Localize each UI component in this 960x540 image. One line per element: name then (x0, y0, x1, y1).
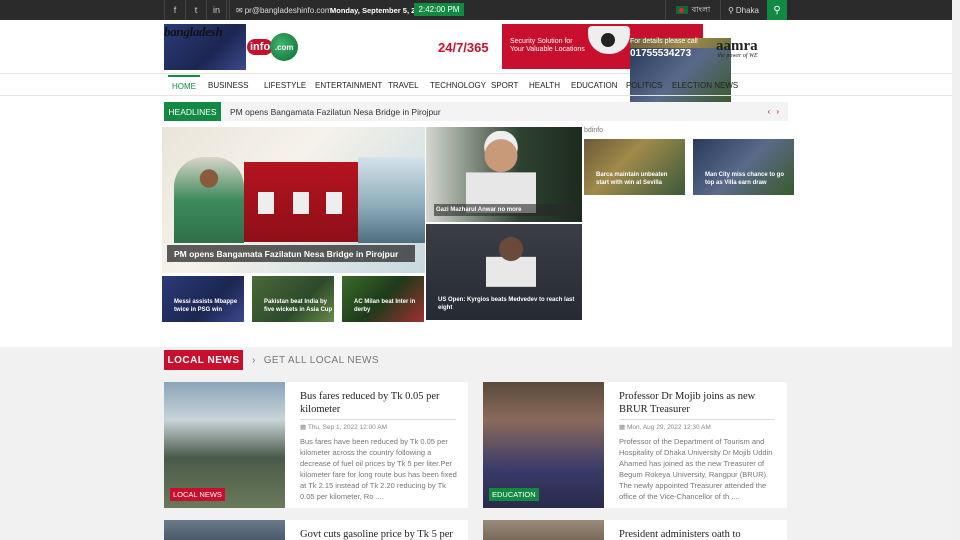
bangladesh-flag-icon (675, 6, 688, 14)
ad-left-text: Security Solution for Your Valuable Loca… (510, 38, 585, 53)
story-gazi-mazharul[interactable]: Gazi Mazharul Anwar no more (426, 127, 582, 222)
headline-link[interactable]: PM opens Bangamata Fazilatun Nesa Bridge… (230, 102, 441, 121)
hero-board (244, 162, 358, 242)
nav-business[interactable]: BUSINESS (204, 75, 252, 96)
nav-sport[interactable]: SPORT (487, 75, 522, 96)
nav-home[interactable]: HOME (168, 75, 200, 96)
hero-bridge (358, 157, 425, 243)
news-date-text: Thu, Sep 1, 2022 12:00 AM (307, 424, 387, 431)
story-caption[interactable]: AC Milan beat Inter in derby (354, 298, 424, 314)
hero-main-caption[interactable]: PM opens Bangamata Fazilatun Nesa Bridge… (167, 245, 415, 262)
logo-text: bangladesh (164, 24, 246, 70)
news-card[interactable]: Govt cuts gasoline price by Tk 5 per (164, 520, 468, 540)
chevron-right-icon: › (252, 354, 256, 366)
nav-election-news[interactable]: ELECTION NEWS (668, 75, 742, 96)
ticker-arrows[interactable]: ‹ › (767, 102, 781, 121)
story-messi[interactable]: Messi assists Mbappe twice in PSG win (162, 276, 244, 322)
local-news-section: LOCAL NEWS › GET ALL LOCAL NEWS (0, 347, 952, 540)
story-caption[interactable]: Pakistan beat India by five wickets in A… (264, 298, 334, 314)
hero-portrait (174, 157, 244, 243)
nav-technology[interactable]: TECHNOLOGY (426, 75, 490, 96)
nav-politics[interactable]: POLITICS (622, 75, 666, 96)
ad-banner[interactable]: Security Solution for Your Valuable Loca… (502, 24, 731, 104)
story-caption[interactable]: Barca maintain unbeaten start with win a… (596, 171, 676, 187)
story-us-open[interactable]: US Open: Kyrgios beats Medvedev to reach… (426, 224, 582, 320)
email-text: pr@bangladeshinfo.com (244, 5, 332, 15)
aamra-brand[interactable]: aamra the power of WE (716, 38, 758, 59)
nav-entertainment[interactable]: ENTERTAINMENT (311, 75, 386, 96)
city-selector[interactable]: ⚲ Dhaka (720, 0, 766, 20)
news-title[interactable]: Bus fares reduced by Tk 0.05 per kilomet… (300, 390, 456, 420)
aamra-logo-text: aamra (716, 38, 758, 54)
language-switch[interactable]: বাংলা (665, 0, 720, 20)
calendar-icon: ▦ (619, 424, 627, 431)
news-card[interactable]: President administers oath to (483, 520, 787, 540)
news-title[interactable]: Govt cuts gasoline price by Tk 5 per (300, 528, 456, 540)
story-caption[interactable]: Gazi Mazharul Anwar no more (434, 204, 576, 216)
board-photo (258, 192, 274, 214)
facebook-icon[interactable]: f (164, 0, 185, 20)
search-button[interactable]: ⚲ (767, 0, 787, 20)
board-photo (293, 192, 309, 214)
language-label: বাংলা (691, 4, 711, 14)
category-badge[interactable]: LOCAL NEWS (170, 488, 225, 501)
news-image[interactable] (164, 520, 285, 540)
nav-travel[interactable]: TRAVEL (384, 75, 423, 96)
search-icon: ⚲ (773, 4, 781, 16)
nav-health[interactable]: HEALTH (525, 75, 564, 96)
twitter-icon[interactable]: t (185, 0, 206, 20)
news-date-text: Mon, Aug 29, 2022 12:30 AM (626, 424, 711, 431)
location-pin-icon: ⚲ (728, 5, 734, 15)
news-date: ▦ Thu, Sep 1, 2022 12:00 AM (300, 423, 387, 431)
story-ac-milan[interactable]: AC Milan beat Inter in derby (342, 276, 424, 322)
top-bar: f t in ✉ pr@bangladeshinfo.com Monday, Se… (0, 0, 952, 20)
news-image[interactable] (483, 520, 604, 540)
hero-main-story[interactable]: PM opens Bangamata Fazilatun Nesa Bridge… (162, 127, 425, 273)
story-caption[interactable]: Messi assists Mbappe twice in PSG win (174, 298, 244, 314)
more-label: GET ALL LOCAL NEWS (263, 354, 379, 366)
city-label: Dhaka (735, 5, 759, 15)
broken-image-alt: bdinfo (584, 127, 604, 134)
news-excerpt: Professor of the Department of Tourism a… (619, 437, 773, 501)
get-all-local-news-link[interactable]: › GET ALL LOCAL NEWS (252, 350, 379, 370)
envelope-icon: ✉ (236, 5, 243, 15)
news-excerpt: Bus fares have been reduced by Tk 0.05 p… (300, 437, 457, 501)
story-portrait (466, 131, 536, 213)
ad-247-text: 24/7/365 (438, 40, 489, 55)
news-card[interactable]: EDUCATION Professor Dr Mojib joins as ne… (483, 382, 787, 508)
board-photo (326, 192, 342, 214)
nav-lifestyle[interactable]: LIFESTYLE (260, 75, 310, 96)
story-barca[interactable]: Barca maintain unbeaten start with win a… (584, 139, 685, 195)
category-badge[interactable]: EDUCATION (489, 488, 539, 501)
linkedin-icon[interactable]: in (206, 0, 227, 20)
logo-globe: .com (270, 33, 299, 61)
email-link[interactable]: ✉ pr@bangladeshinfo.com (229, 0, 338, 20)
news-title[interactable]: Professor Dr Mojib joins as new BRUR Tre… (619, 390, 775, 420)
site-logo[interactable]: bangladesh info .com (164, 24, 299, 70)
aamra-tagline: the power of WE (717, 53, 758, 59)
nav-education[interactable]: EDUCATION (567, 75, 622, 96)
section-title: LOCAL NEWS (164, 350, 243, 370)
calendar-icon: ▦ (300, 424, 308, 431)
camera-graphic (588, 26, 630, 54)
story-caption[interactable]: US Open: Kyrgios beats Medvedev to reach… (438, 296, 578, 312)
news-title[interactable]: President administers oath to (619, 528, 775, 540)
story-man-city[interactable]: Man City miss chance to go top as Villa … (693, 139, 794, 195)
page-scrollbar[interactable] (952, 0, 960, 540)
headlines-label: HEADLINES (164, 102, 221, 121)
main-nav: HOME BUSINESS LIFESTYLE ENTERTAINMENT TR… (0, 75, 952, 96)
story-pakistan-india[interactable]: Pakistan beat India by five wickets in A… (252, 276, 334, 322)
news-date: ▦ Mon, Aug 29, 2022 12:30 AM (619, 423, 711, 431)
current-time: 2:42:00 PM (414, 3, 464, 16)
story-caption[interactable]: Man City miss chance to go top as Villa … (705, 171, 790, 187)
headline-ticker: HEADLINES PM opens Bangamata Fazilatun N… (164, 102, 788, 121)
news-card[interactable]: LOCAL NEWS Bus fares reduced by Tk 0.05 … (164, 382, 468, 508)
